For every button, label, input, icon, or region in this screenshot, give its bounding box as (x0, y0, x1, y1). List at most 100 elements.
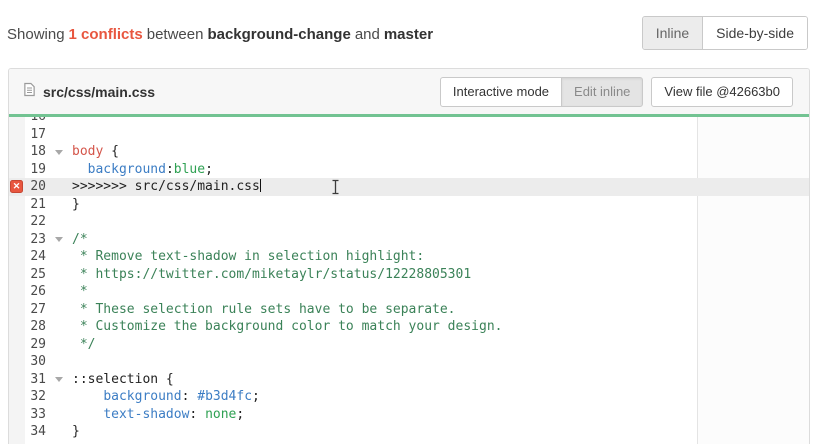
code-text[interactable]: } (68, 423, 80, 441)
code-text[interactable] (68, 126, 72, 144)
code-text[interactable]: } (68, 196, 80, 214)
fold-arrow-icon[interactable] (55, 377, 63, 382)
line-number: 33 (25, 406, 49, 424)
code-text[interactable]: * (68, 283, 88, 301)
conflict-count: 1 conflicts (69, 26, 143, 43)
file-path: src/css/main.css (43, 84, 155, 100)
summary-and: and (355, 26, 380, 43)
code-text[interactable] (68, 213, 72, 231)
code-line-22[interactable]: 22 (9, 213, 809, 231)
conflict-error-icon: ✕ (10, 180, 23, 193)
code-editor[interactable]: 161718body {19 background:blue;✕20>>>>>>… (9, 117, 809, 444)
interactive-mode-button[interactable]: Interactive mode (440, 77, 562, 107)
line-number: 29 (25, 336, 49, 354)
line-number: 31 (25, 371, 49, 389)
code-line-29[interactable]: 29 */ (9, 336, 809, 354)
marker-gutter (9, 283, 25, 301)
code-line-23[interactable]: 23/* (9, 231, 809, 249)
marker-gutter (9, 248, 25, 266)
code-text[interactable]: background: #b3d4fc; (68, 388, 260, 406)
code-lines: 161718body {19 background:blue;✕20>>>>>>… (9, 117, 809, 441)
code-text[interactable]: * https://twitter.com/miketaylr/status/1… (68, 266, 471, 284)
code-line-31[interactable]: 31::selection { (9, 371, 809, 389)
line-number: 34 (25, 423, 49, 441)
fold-gutter (49, 406, 68, 424)
code-line-21[interactable]: 21} (9, 196, 809, 214)
code-line-34[interactable]: 34} (9, 423, 809, 441)
code-line-33[interactable]: 33 text-shadow: none; (9, 406, 809, 424)
line-number: 30 (25, 353, 49, 371)
view-file-button[interactable]: View file @42663b0 (651, 77, 793, 107)
code-line-24[interactable]: 24 * Remove text-shadow in selection hig… (9, 248, 809, 266)
code-line-28[interactable]: 28 * Customize the background color to m… (9, 318, 809, 336)
fold-gutter (49, 213, 68, 231)
marker-gutter (9, 117, 25, 126)
line-number: 27 (25, 301, 49, 319)
file-toolbar: Interactive mode Edit inline View file @… (440, 77, 793, 107)
conflict-summary: Showing 1 conflicts between background-c… (7, 26, 433, 43)
line-number: 20 (25, 178, 49, 196)
code-line-20[interactable]: ✕20 >>>>>>> src/css/main.css (9, 178, 809, 196)
fold-arrow-icon[interactable] (55, 237, 63, 242)
marker-gutter (9, 406, 25, 424)
summary-prefix: Showing (7, 26, 65, 43)
branch-name-right: master (384, 26, 433, 43)
line-number: 24 (25, 248, 49, 266)
fold-gutter (49, 353, 68, 371)
file-icon (23, 82, 36, 102)
marker-gutter (9, 388, 25, 406)
ibeam-pointer-icon (331, 179, 341, 199)
fold-gutter[interactable] (49, 371, 68, 389)
code-line-25[interactable]: 25 * https://twitter.com/miketaylr/statu… (9, 266, 809, 284)
marker-gutter: ✕ (9, 178, 25, 196)
code-text[interactable]: */ (68, 336, 95, 354)
branch-name-left: background-change (207, 26, 350, 43)
fold-arrow-icon[interactable] (55, 150, 63, 155)
marker-gutter (9, 231, 25, 249)
marker-gutter (9, 143, 25, 161)
marker-gutter (9, 318, 25, 336)
code-text[interactable]: ::selection { (68, 371, 174, 389)
fold-gutter (49, 318, 68, 336)
file-conflict-panel: src/css/main.css Interactive mode Edit i… (8, 68, 810, 444)
code-text[interactable] (68, 353, 72, 371)
fold-gutter (49, 126, 68, 144)
line-number: 28 (25, 318, 49, 336)
marker-gutter (9, 213, 25, 231)
fold-gutter (49, 423, 68, 441)
marker-gutter (9, 161, 25, 179)
code-text[interactable]: * Customize the background color to matc… (68, 318, 502, 336)
code-text[interactable]: >>>>>>> src/css/main.css (68, 178, 261, 196)
code-text[interactable]: * These selection rule sets have to be s… (68, 301, 456, 319)
code-line-27[interactable]: 27 * These selection rule sets have to b… (9, 301, 809, 319)
fold-gutter (49, 117, 68, 126)
code-text[interactable]: text-shadow: none; (68, 406, 244, 424)
toggle-inline[interactable]: Inline (643, 17, 703, 49)
file-panel-header: src/css/main.css Interactive mode Edit i… (9, 69, 809, 114)
code-text[interactable]: background:blue; (68, 161, 213, 179)
marker-gutter (9, 371, 25, 389)
fold-gutter (49, 336, 68, 354)
code-line-18[interactable]: 18 body { (9, 143, 809, 161)
code-line-30[interactable]: 30 (9, 353, 809, 371)
edit-inline-button[interactable]: Edit inline (561, 77, 643, 107)
fold-gutter (49, 178, 68, 196)
page-header: Showing 1 conflicts between background-c… (0, 0, 816, 62)
code-line-26[interactable]: 26 * (9, 283, 809, 301)
line-number: 32 (25, 388, 49, 406)
code-line-16[interactable]: 16 (9, 117, 809, 126)
code-line-19[interactable]: 19 background:blue; (9, 161, 809, 179)
code-text[interactable]: body { (68, 143, 119, 161)
fold-gutter[interactable] (49, 231, 68, 249)
line-number: 19 (25, 161, 49, 179)
fold-gutter (49, 301, 68, 319)
code-text[interactable]: * Remove text-shadow in selection highli… (68, 248, 424, 266)
line-number: 18 (25, 143, 49, 161)
code-text[interactable]: /* (68, 231, 88, 249)
code-line-17[interactable]: 17 (9, 126, 809, 144)
fold-gutter[interactable] (49, 143, 68, 161)
toggle-side-by-side[interactable]: Side-by-side (703, 17, 807, 49)
code-line-32[interactable]: 32 background: #b3d4fc; (9, 388, 809, 406)
marker-gutter (9, 423, 25, 441)
code-text[interactable] (68, 117, 72, 126)
